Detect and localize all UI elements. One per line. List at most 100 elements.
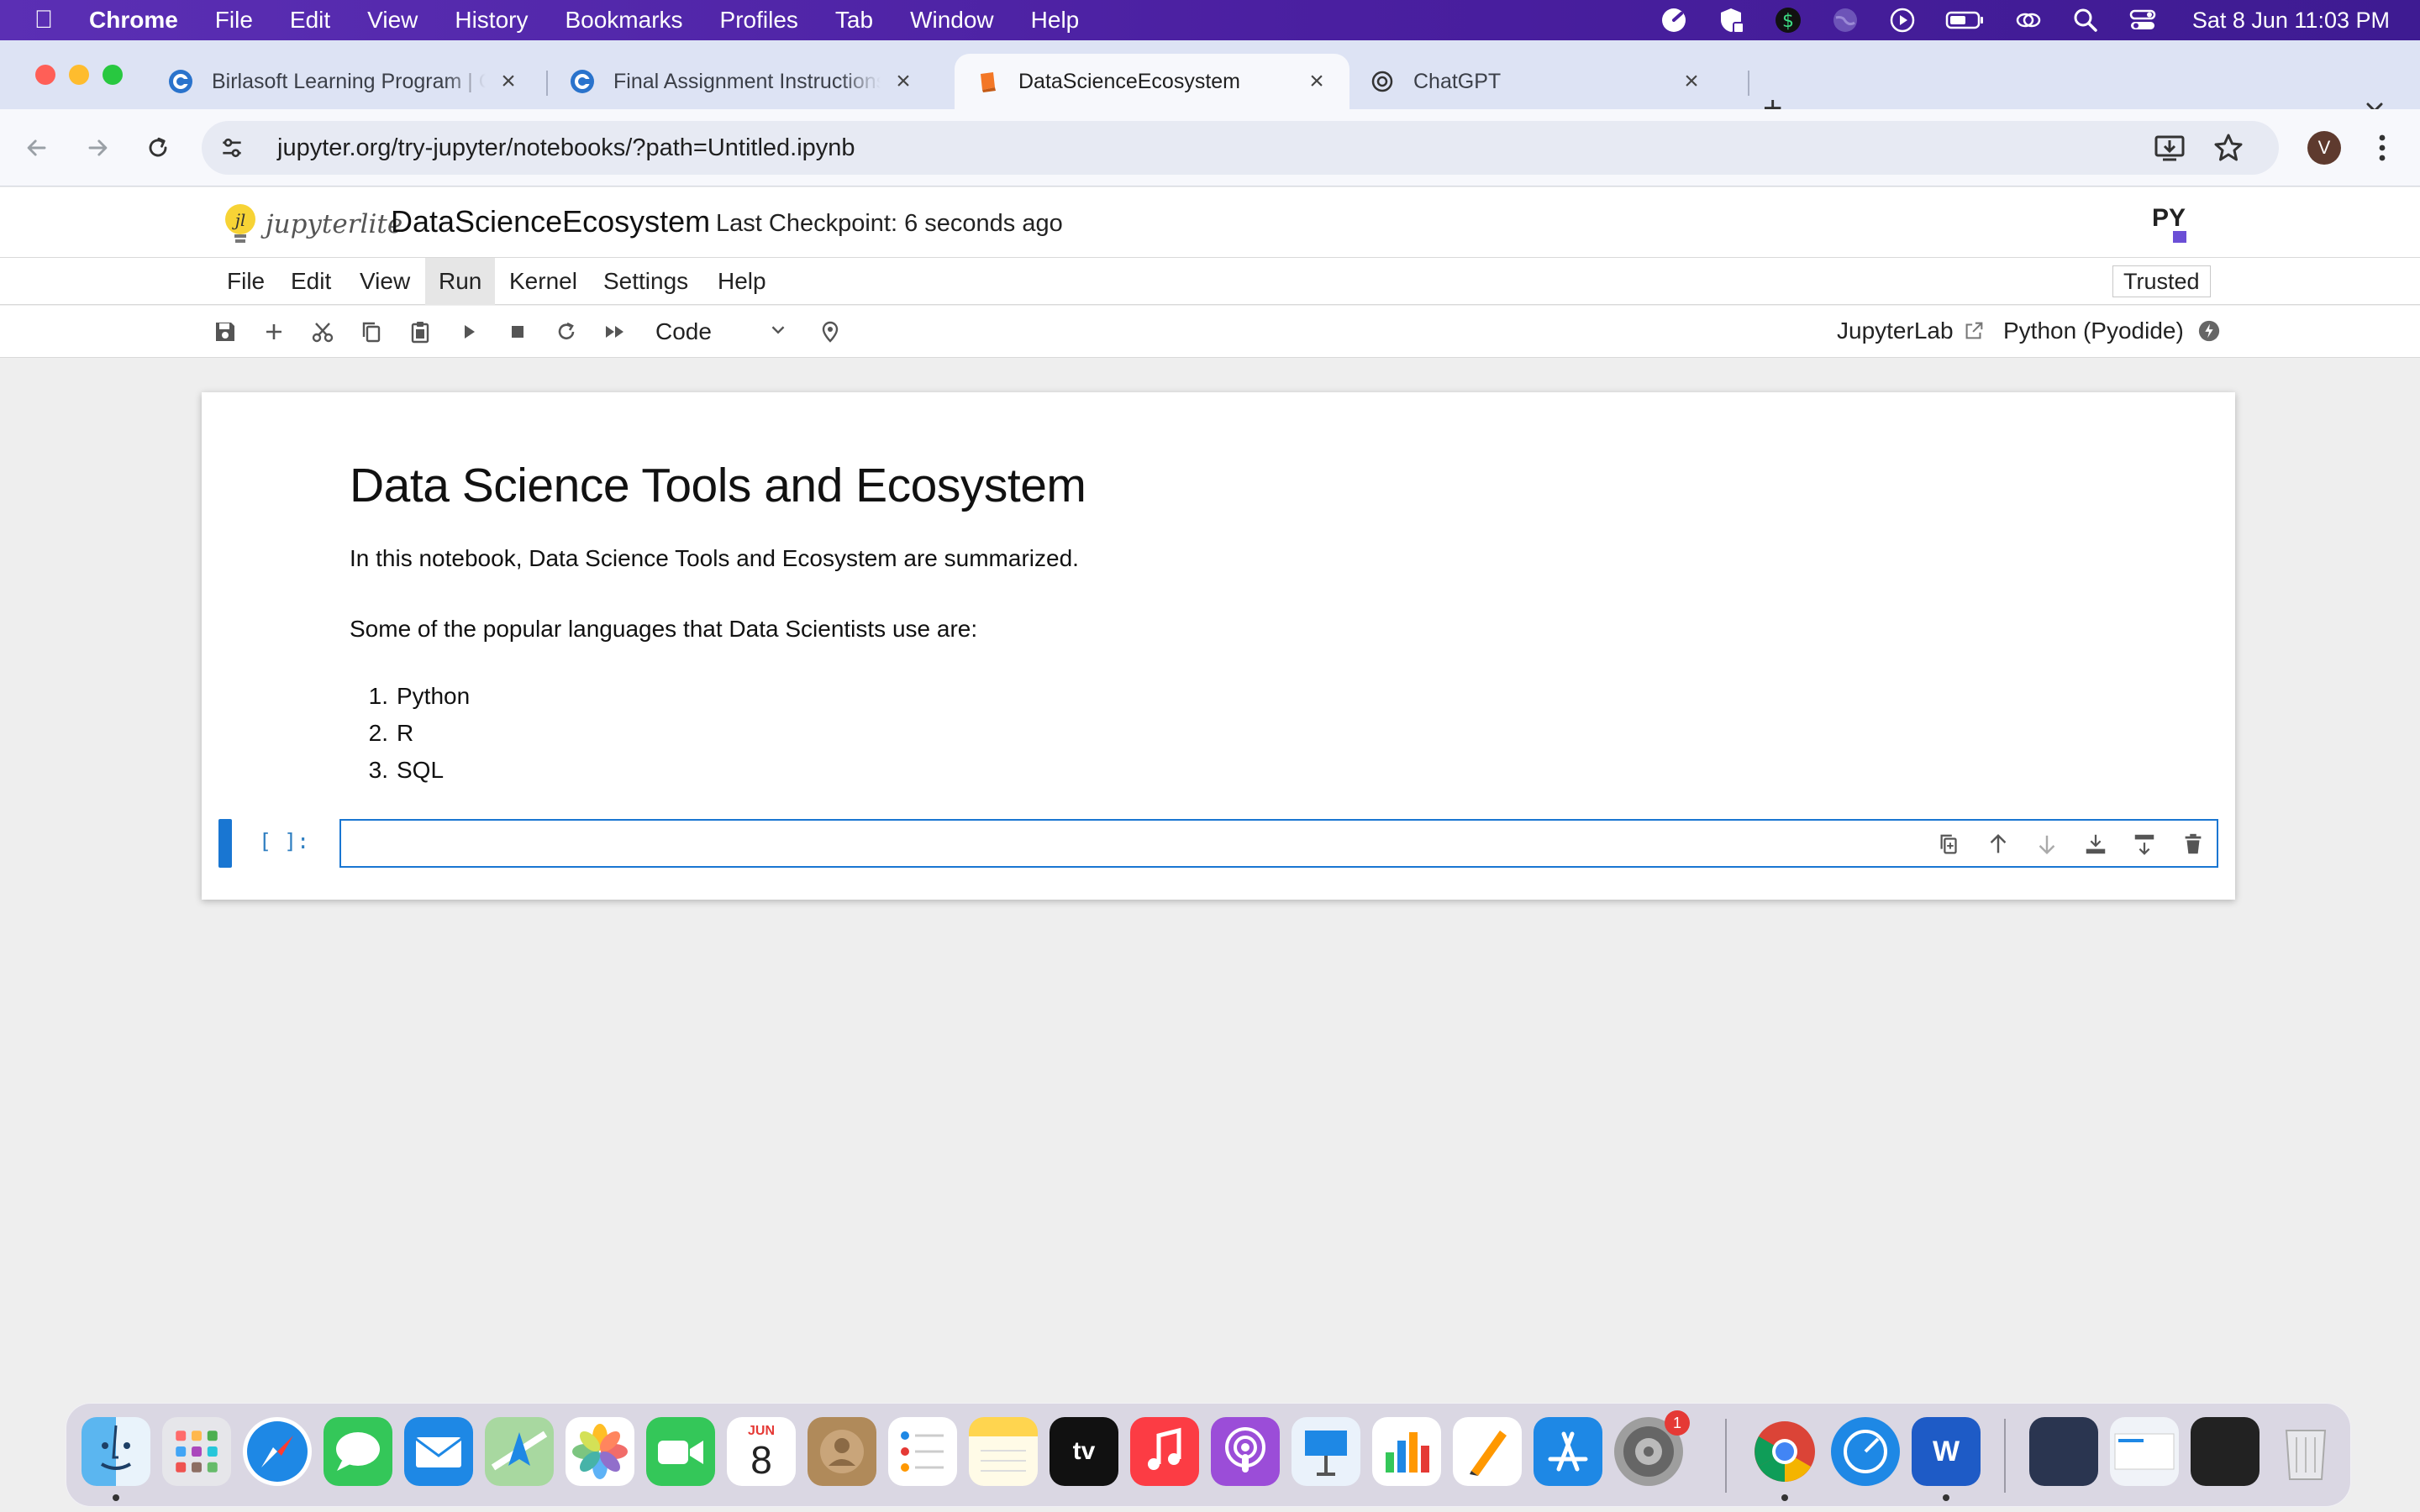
jupyter-menu-kernel[interactable]: Kernel: [496, 258, 591, 305]
spotlight-search-icon[interactable]: [2071, 6, 2100, 34]
jupyter-menu-view[interactable]: View: [346, 258, 424, 305]
browser-tab-final-assignment[interactable]: Final Assignment Instructions ×: [550, 54, 936, 109]
menu-bookmarks[interactable]: Bookmarks: [565, 7, 682, 34]
duplicate-cell-icon[interactable]: [1936, 831, 1963, 858]
bookmark-star-icon[interactable]: [2212, 131, 2245, 169]
open-jupyterlab-link[interactable]: JupyterLab: [1837, 318, 1986, 344]
tab-close-icon[interactable]: ×: [496, 67, 521, 96]
keynote-icon[interactable]: [1292, 1417, 1360, 1486]
tab-close-icon[interactable]: ×: [891, 67, 916, 96]
tab-close-icon[interactable]: ×: [1304, 67, 1329, 96]
book-document-thumbnail[interactable]: [2029, 1417, 2098, 1486]
mail-icon[interactable]: [404, 1417, 473, 1486]
contacts-icon[interactable]: [808, 1417, 876, 1486]
status-speed-icon[interactable]: [1660, 6, 1688, 34]
launchpad-icon[interactable]: [162, 1417, 231, 1486]
address-url[interactable]: jupyter.org/try-jupyter/notebooks/?path=…: [277, 134, 855, 162]
menubar-clock[interactable]: Sat 8 Jun 11:03 PM: [2192, 8, 2390, 34]
app-store-icon[interactable]: [1534, 1417, 1602, 1486]
photos-icon[interactable]: [566, 1417, 634, 1486]
finder-icon[interactable]: [82, 1417, 150, 1486]
pages-icon[interactable]: [1453, 1417, 1522, 1486]
move-cell-down-icon[interactable]: [2033, 831, 2060, 858]
window-zoom-button[interactable]: [103, 65, 123, 85]
window-minimize-button[interactable]: [69, 65, 89, 85]
status-dollar-icon[interactable]: $: [1774, 6, 1802, 34]
trash-icon[interactable]: [2271, 1417, 2340, 1486]
menu-file[interactable]: File: [215, 7, 253, 34]
menu-profiles[interactable]: Profiles: [720, 7, 798, 34]
chrome-menu-icon[interactable]: [2370, 131, 2395, 165]
jupyter-menu-file[interactable]: File: [213, 258, 278, 305]
maps-icon[interactable]: [485, 1417, 554, 1486]
code-cell[interactable]: [ ]:: [218, 819, 2222, 869]
mosaic-icon[interactable]: [1831, 1417, 1900, 1486]
install-app-icon[interactable]: [2153, 131, 2186, 169]
browser-tab-chatgpt[interactable]: ChatGPT ×: [1349, 54, 1724, 109]
markdown-cell[interactable]: Data Science Tools and Ecosystem In this…: [350, 423, 2114, 783]
screen-mirroring-icon[interactable]: [2014, 6, 2043, 34]
reload-icon[interactable]: [141, 131, 175, 165]
restart-kernel-icon[interactable]: [551, 317, 581, 347]
reminders-icon[interactable]: [888, 1417, 957, 1486]
window-close-button[interactable]: [35, 65, 55, 85]
system-settings-icon[interactable]: 1: [1614, 1410, 1690, 1486]
browser-window-thumbnail[interactable]: [2110, 1417, 2179, 1486]
apple-tv-icon[interactable]: tv: [1050, 1417, 1118, 1486]
control-center-icon[interactable]: [2128, 6, 2157, 34]
menu-history[interactable]: History: [455, 7, 528, 34]
copy-icon[interactable]: [356, 317, 387, 347]
podcasts-icon[interactable]: [1211, 1417, 1280, 1486]
numbers-icon[interactable]: [1372, 1417, 1441, 1486]
jupyter-menu-edit[interactable]: Edit: [277, 258, 345, 305]
status-shield-icon[interactable]: [1717, 6, 1745, 34]
status-globe-icon[interactable]: [1831, 6, 1860, 34]
menu-edit[interactable]: Edit: [290, 7, 330, 34]
battery-icon[interactable]: [1945, 6, 1986, 34]
interrupt-kernel-icon[interactable]: [502, 317, 533, 347]
messages-icon[interactable]: [324, 1417, 392, 1486]
cell-type-select[interactable]: Code: [655, 315, 798, 349]
insert-cell-below-icon[interactable]: [2131, 831, 2158, 858]
menu-view[interactable]: View: [367, 7, 418, 34]
run-cell-icon[interactable]: [454, 317, 484, 347]
notes-icon[interactable]: [969, 1417, 1038, 1486]
menu-help[interactable]: Help: [1031, 7, 1080, 34]
code-editor[interactable]: [339, 819, 2218, 868]
address-bar[interactable]: jupyter.org/try-jupyter/notebooks/?path=…: [202, 121, 2279, 175]
browser-tab-datascienceecosystem[interactable]: DataScienceEcosystem ×: [955, 54, 1349, 109]
music-icon[interactable]: [1130, 1417, 1199, 1486]
map-pin-icon[interactable]: [815, 317, 845, 347]
tab-close-icon[interactable]: ×: [1679, 67, 1704, 96]
facetime-icon[interactable]: [646, 1417, 715, 1486]
chrome-icon[interactable]: [1750, 1417, 1819, 1486]
safari-icon[interactable]: [243, 1417, 312, 1486]
insert-cell-above-icon[interactable]: [2082, 831, 2109, 858]
move-cell-up-icon[interactable]: [1985, 831, 2012, 858]
paste-icon[interactable]: [405, 317, 435, 347]
calendar-icon[interactable]: JUN 8: [727, 1417, 796, 1486]
menu-app-name[interactable]: Chrome: [89, 7, 178, 34]
apple-menu-icon[interactable]: : [27, 6, 60, 34]
cut-icon[interactable]: [308, 317, 338, 347]
save-icon[interactable]: [210, 317, 240, 347]
kernel-name[interactable]: Python (Pyodide): [2003, 318, 2221, 344]
jupyter-menu-settings[interactable]: Settings: [590, 258, 702, 305]
menu-window[interactable]: Window: [910, 7, 994, 34]
jupyterlite-logo[interactable]: jl jupyterlite: [222, 202, 402, 246]
delete-cell-icon[interactable]: [2180, 831, 2207, 858]
forward-arrow-icon[interactable]: [81, 131, 114, 165]
trusted-indicator[interactable]: Trusted: [2112, 265, 2211, 297]
jupyter-menu-help[interactable]: Help: [704, 258, 780, 305]
jupyter-menu-run[interactable]: Run: [425, 258, 496, 305]
back-arrow-icon[interactable]: [20, 131, 54, 165]
site-settings-icon[interactable]: [218, 134, 249, 161]
menu-tab[interactable]: Tab: [835, 7, 873, 34]
profile-avatar[interactable]: V: [2307, 131, 2341, 165]
browser-tab-birlasoft[interactable]: Birlasoft Learning Program | C ×: [148, 54, 541, 109]
notebook-title[interactable]: DataScienceEcosystem: [391, 204, 710, 239]
word-icon[interactable]: W: [1912, 1417, 1981, 1486]
video-window-thumbnail[interactable]: [2191, 1417, 2260, 1486]
status-play-icon[interactable]: [1888, 6, 1917, 34]
restart-run-all-icon[interactable]: [600, 317, 630, 347]
